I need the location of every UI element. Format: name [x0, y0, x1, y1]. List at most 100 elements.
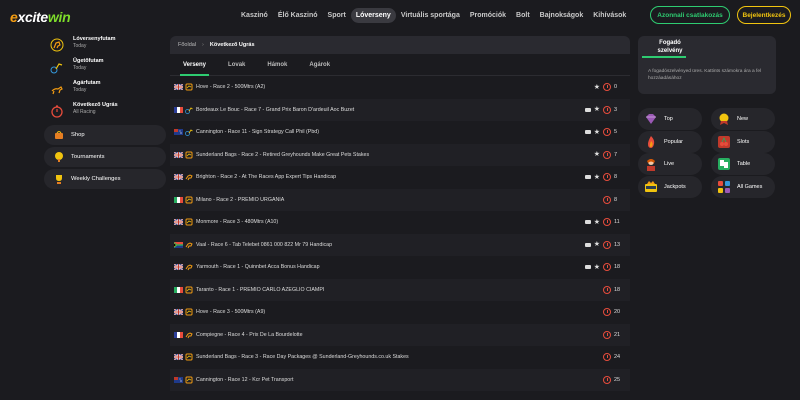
nav-item-8[interactable]: Kihívások [588, 8, 631, 23]
tab-lovak[interactable]: Lovak [217, 54, 256, 76]
race-row[interactable]: Compiegne - Race 4 - Prix De La Bourdelo… [170, 323, 630, 346]
race-name[interactable]: Compiegne - Race 4 - Prix De La Bourdelo… [196, 332, 303, 338]
left-link-2[interactable]: Agárfutam Today [44, 80, 166, 102]
race-row[interactable]: Sunderland Bags - Race 3 - Race Day Pack… [170, 346, 630, 369]
race-row[interactable]: Milano - Race 2 - PREMIO URGANIA 8 [170, 188, 630, 211]
nav-item-1[interactable]: Élő Kaszinó [273, 8, 323, 23]
race-name[interactable]: Vaal - Race 6 - Tab Telebet 0861 000 822… [196, 242, 332, 248]
greyhound-type-icon [185, 218, 193, 226]
favorite-star-icon[interactable]: ★ [594, 129, 600, 136]
video-camera-icon[interactable] [584, 130, 591, 135]
join-button[interactable]: Azonnali csatlakozás [650, 6, 730, 24]
excitewin-logo[interactable]: e xcite win [10, 8, 71, 26]
game-category-all-games[interactable]: All Games [711, 175, 775, 198]
login-button[interactable]: Bejelentkezés [737, 6, 791, 24]
race-row[interactable]: Hove - Race 2 - 500Mtrs (A2) ★ 0 [170, 76, 630, 99]
game-category-slots[interactable]: Slots [711, 130, 775, 153]
favorite-star-icon[interactable]: ★ [594, 241, 600, 248]
left-link-3[interactable]: Következő Ugrás All Racing [44, 102, 166, 124]
race-row[interactable]: Monmore - Race 3 - 480Mtrs (A10) ★ 11 [170, 211, 630, 234]
left-pill-label: Tournaments [71, 154, 105, 160]
favorite-star-icon[interactable]: ★ [594, 219, 600, 226]
nav-item-7[interactable]: Bajnokságok [535, 8, 589, 23]
favorite-star-icon[interactable]: ★ [594, 151, 600, 158]
tab-hámok[interactable]: Hámok [256, 54, 298, 76]
countdown-timer-icon [603, 263, 611, 272]
tab-agárok[interactable]: Agárok [298, 54, 341, 76]
race-row-meta: ★ 13 [584, 240, 622, 249]
race-name[interactable]: Cannington - Race 12 - Kcr Pet Transport [196, 377, 293, 383]
race-row[interactable]: Vaal - Race 6 - Tab Telebet 0861 000 822… [170, 233, 630, 256]
main-nav: Kaszinó Élő Kaszinó Sport Lóverseny Virtuáli… [236, 8, 631, 23]
za-flag-icon [174, 241, 183, 248]
left-pill-label: Shop [71, 132, 85, 138]
tab-verseny[interactable]: Verseny [172, 54, 217, 76]
breadcrumb-current: Következő Ugrás [209, 42, 255, 48]
favorite-star-icon[interactable]: ★ [594, 106, 600, 113]
game-category-top[interactable]: Top [638, 108, 702, 130]
race-row[interactable]: Cannington - Race 12 - Kcr Pet Transport… [170, 368, 630, 391]
race-name[interactable]: Sunderland Bags - Race 3 - Race Day Pack… [196, 354, 409, 360]
diamond-icon [644, 112, 658, 126]
race-row-meta: ★ 18 [584, 263, 622, 272]
nav-item-4[interactable]: Virtuális sportága [396, 8, 465, 23]
game-category-jackpots[interactable]: Jackpots [638, 175, 702, 198]
nav-item-0[interactable]: Kaszinó [236, 8, 273, 23]
favorite-star-icon[interactable]: ★ [594, 174, 600, 181]
breadcrumb: Főoldal › Következő Ugrás [170, 36, 630, 54]
video-camera-icon[interactable] [584, 242, 591, 247]
game-category-label: All Games [737, 183, 763, 190]
left-pill-weekly-challenges[interactable]: Weekly Challenges [44, 169, 166, 189]
favorite-star-icon[interactable]: ★ [594, 84, 600, 91]
left-link-text: Következő Ugrás All Racing [73, 102, 118, 116]
game-category-popular[interactable]: Popular [638, 130, 702, 153]
left-link-1[interactable]: Ügetőfutam Today [44, 58, 166, 80]
race-name[interactable]: Brighton - Race 2 - At The Races App Exp… [196, 174, 336, 180]
video-camera-icon[interactable] [584, 220, 591, 225]
all-games-icon [717, 180, 731, 194]
race-minutes: 25 [614, 376, 621, 383]
race-minutes: 0 [614, 84, 618, 91]
uk-flag-icon [174, 151, 183, 158]
game-category-live[interactable]: Live [638, 153, 702, 175]
nav-item-3[interactable]: Lóverseny [350, 8, 396, 23]
left-link-title: Agárfutam [73, 80, 101, 86]
race-name[interactable]: Sunderland Bags - Race 2 - Retired Greyh… [196, 152, 369, 158]
nav-item-2[interactable]: Sport [323, 8, 351, 23]
left-link-0[interactable]: Lóversenyfutam Today [44, 36, 166, 58]
race-name[interactable]: Taranto - Race 1 - PREMIO CARLO AZEGLIO … [196, 287, 324, 293]
race-minutes: 20 [614, 309, 621, 316]
race-name[interactable]: Hove - Race 3 - 500Mtrs (A9) [196, 309, 265, 315]
race-row[interactable]: Hove - Race 3 - 500Mtrs (A9) 20 [170, 301, 630, 324]
race-name[interactable]: Monmore - Race 3 - 480Mtrs (A10) [196, 219, 278, 225]
greyhound-type-icon [185, 308, 193, 316]
video-camera-icon[interactable] [584, 107, 591, 112]
left-pill-shop[interactable]: Shop [44, 125, 166, 145]
race-row[interactable]: Sunderland Bags - Race 2 - Retired Greyh… [170, 143, 630, 166]
race-list: Hove - Race 2 - 500Mtrs (A2) ★ 0 Bordeaux L… [170, 76, 630, 391]
video-camera-icon[interactable] [584, 265, 591, 270]
race-name[interactable]: Hove - Race 2 - 500Mtrs (A2) [196, 84, 265, 90]
nav-item-6[interactable]: Bolt [511, 8, 535, 23]
race-minutes: 13 [614, 241, 621, 248]
left-pill-tournaments[interactable]: Tournaments [44, 147, 166, 167]
race-row[interactable]: Bordeaux Le Bouc - Race 7 - Grand Prix B… [170, 98, 630, 121]
race-row[interactable]: Taranto - Race 1 - PREMIO CARLO AZEGLIO … [170, 278, 630, 301]
left-link-sub: All Racing [73, 109, 96, 115]
video-camera-icon[interactable] [584, 175, 591, 180]
race-name[interactable]: Cannington - Race 11 - Sign Strategy Cal… [196, 129, 319, 135]
game-category-new[interactable]: New [711, 108, 775, 130]
game-category-table[interactable]: Table [711, 153, 775, 175]
nav-item-5[interactable]: Promóciók [465, 8, 511, 23]
main-content: Főoldal › Következő Ugrás Verseny Lovak Há… [170, 36, 630, 400]
bet-slip: Fogadó szelvény A fogadószelvényed üres.… [638, 36, 776, 94]
breadcrumb-home[interactable]: Főoldal [178, 42, 196, 48]
bet-slip-title[interactable]: Fogadó szelvény [650, 39, 690, 55]
favorite-star-icon[interactable]: ★ [594, 264, 600, 271]
race-name[interactable]: Milano - Race 2 - PREMIO URGANIA [196, 197, 284, 203]
race-row[interactable]: Cannington - Race 11 - Sign Strategy Cal… [170, 121, 630, 144]
race-name[interactable]: Yarmouth - Race 1 - Quinnbet Acca Bonus … [196, 264, 320, 270]
race-row[interactable]: Yarmouth - Race 1 - Quinnbet Acca Bonus … [170, 256, 630, 279]
race-row[interactable]: Brighton - Race 2 - At The Races App Exp… [170, 166, 630, 189]
race-name[interactable]: Bordeaux Le Bouc - Race 7 - Grand Prix B… [196, 107, 354, 113]
